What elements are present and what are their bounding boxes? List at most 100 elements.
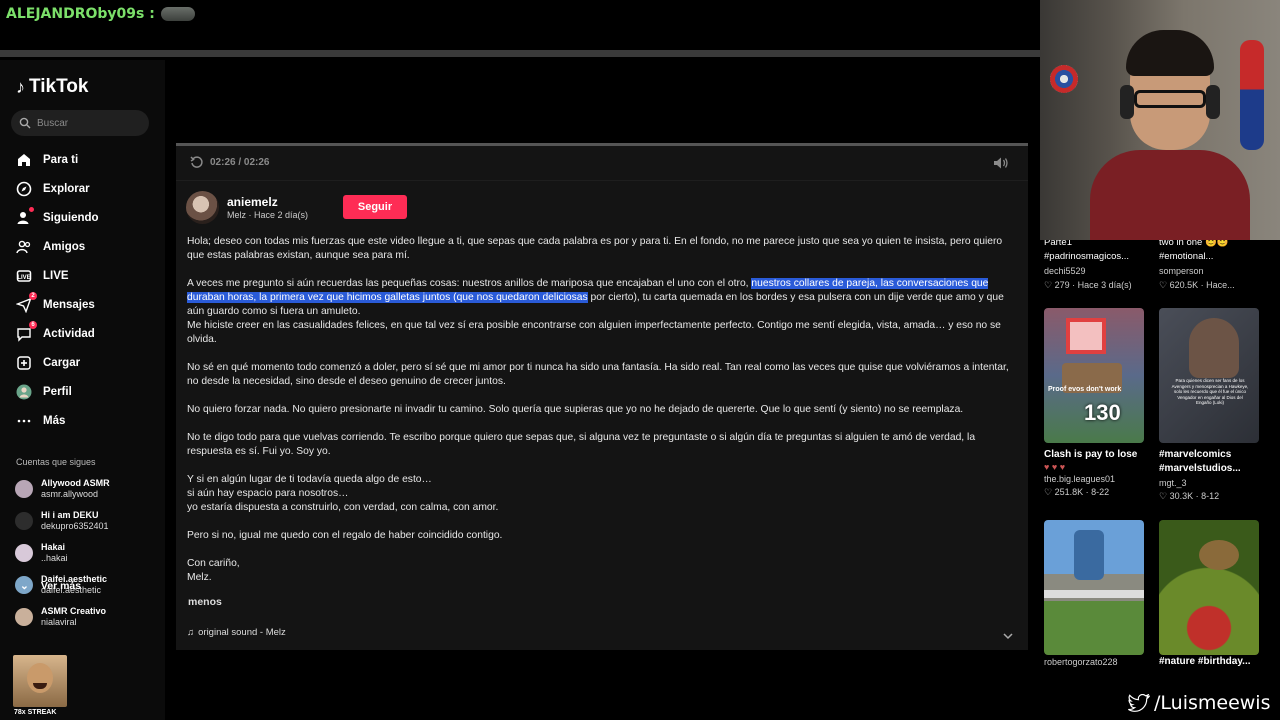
tiktok-logo-icon: ♪ bbox=[16, 76, 25, 97]
activity-badge: 6 bbox=[29, 321, 37, 329]
stats-text: 30.3K · 8-12 bbox=[1169, 491, 1220, 501]
chat-username: ALEJANDROby09s : bbox=[6, 6, 155, 22]
video-title: #marvelstudios... bbox=[1159, 463, 1241, 474]
nav-mensajes[interactable]: 2 Mensajes bbox=[15, 292, 95, 314]
video-stats: ♡ 30.3K · 8-12 bbox=[1159, 491, 1220, 501]
see-more-button[interactable]: ⌄ Ver más bbox=[20, 580, 81, 592]
account-handle: nialaviral bbox=[41, 617, 77, 627]
related-videos: Parte1 #padrinosmagicos... dechi5529 ♡ 2… bbox=[1040, 240, 1280, 670]
video-card[interactable]: Para quienes dicen ser fans de los Aveng… bbox=[1159, 308, 1261, 502]
video-time: 02:26 / 02:26 bbox=[210, 156, 270, 168]
emoji-icons: 😊😊 bbox=[1204, 240, 1229, 248]
nav-actividad[interactable]: 6 Actividad bbox=[15, 321, 95, 343]
divider bbox=[176, 180, 1028, 181]
following-accounts-title: Cuentas que sigues bbox=[16, 457, 96, 467]
video-card[interactable]: robertogorzato228 bbox=[1044, 520, 1146, 667]
following-account[interactable]: Hakai ..hakai bbox=[15, 542, 68, 564]
activity-icon: 6 bbox=[15, 321, 37, 343]
follow-button[interactable]: Seguir bbox=[343, 195, 407, 219]
thumbnail-text: Para quienes dicen ser fans de los Aveng… bbox=[1171, 378, 1249, 405]
paragraph: Con cariño, Melz. bbox=[187, 558, 240, 583]
paragraph: No te digo todo para que vuelvas corrien… bbox=[187, 432, 976, 457]
twitter-handle: /Luismeewis bbox=[1154, 692, 1271, 714]
upload-icon bbox=[15, 354, 33, 372]
sidebar: ♪ TikTok Para ti Explorar Siguiendo Amig… bbox=[0, 60, 165, 720]
video-card[interactable]: Proof evos don't work 130 Clash is pay t… bbox=[1044, 308, 1146, 498]
chat-message: ALEJANDROby09s : bbox=[6, 4, 195, 24]
account-name: Hakai bbox=[41, 542, 66, 552]
video-user: mgt._3 bbox=[1159, 478, 1187, 488]
nav-para-ti[interactable]: Para ti bbox=[15, 151, 78, 169]
replay-icon[interactable] bbox=[190, 155, 204, 169]
nav-perfil[interactable]: Perfil bbox=[15, 383, 72, 401]
author-name[interactable]: aniemelz bbox=[227, 195, 278, 209]
paragraph: Pero si no, igual me quedo con el regalo… bbox=[187, 530, 503, 541]
video-card[interactable]: #nature #birthday... bbox=[1159, 520, 1261, 669]
author-avatar[interactable] bbox=[186, 191, 219, 224]
video-title: Parte1 bbox=[1044, 240, 1072, 248]
nav-label: Amigos bbox=[43, 241, 86, 253]
video-title: #padrinosmagicos... bbox=[1044, 251, 1130, 262]
account-name: Allywood ASMR bbox=[41, 478, 110, 488]
nav-label: LIVE bbox=[43, 270, 69, 282]
sound-link[interactable]: ♫ original sound - Melz bbox=[187, 627, 286, 638]
account-handle: asmr.allywood bbox=[41, 489, 99, 499]
webcam-overlay bbox=[1040, 0, 1280, 240]
video-stats: ♡ 251.8K · 8-22 bbox=[1044, 487, 1110, 497]
svg-text:LIVE: LIVE bbox=[17, 275, 30, 281]
avatar bbox=[15, 480, 33, 498]
chat-emote bbox=[160, 7, 195, 21]
account-name: ASMR Creativo bbox=[41, 606, 107, 616]
messages-badge: 2 bbox=[29, 292, 37, 300]
music-note-icon: ♫ bbox=[187, 627, 195, 638]
video-title: #nature #birthday... bbox=[1159, 656, 1251, 667]
nav-label: Perfil bbox=[43, 386, 72, 398]
video-card[interactable]: two in one 😊😊 #emotional... somperson ♡ … bbox=[1159, 240, 1277, 292]
see-more-label: Ver más bbox=[40, 580, 82, 592]
streak-emote bbox=[13, 655, 67, 707]
sound-label: original sound - Melz bbox=[198, 627, 286, 638]
paragraph: Y si en algún lugar de ti todavía queda … bbox=[187, 474, 499, 513]
twitter-watermark: /Luismeewis bbox=[1128, 692, 1270, 714]
video-thumbnail bbox=[1044, 520, 1144, 655]
avatar bbox=[15, 608, 33, 626]
emoji-icons: ♥ ♥ ♥ bbox=[1044, 462, 1066, 472]
show-less-button[interactable]: menos bbox=[188, 596, 222, 608]
chevron-down-icon[interactable] bbox=[1002, 628, 1014, 646]
video-stats: ♡ 620.5K · Hace... bbox=[1159, 280, 1235, 290]
video-title: #marvelcomics bbox=[1159, 449, 1232, 460]
following-account[interactable]: ASMR Creativo nialaviral bbox=[15, 606, 106, 628]
top-bar bbox=[0, 50, 1040, 57]
nav-mas[interactable]: Más bbox=[15, 412, 65, 430]
profile-avatar-icon bbox=[15, 383, 33, 401]
paragraph: Hola; deseo con todas mis fuerzas que es… bbox=[187, 236, 1003, 261]
tiktok-logo[interactable]: ♪ TikTok bbox=[16, 76, 88, 98]
account-handle: ..hakai bbox=[41, 553, 68, 563]
video-card[interactable]: Parte1 #padrinosmagicos... dechi5529 ♡ 2… bbox=[1044, 240, 1154, 292]
twitter-bird-icon bbox=[1128, 694, 1150, 712]
nav-label: Para ti bbox=[43, 154, 79, 166]
compass-icon bbox=[15, 180, 33, 198]
nav-cargar[interactable]: Cargar bbox=[15, 354, 80, 372]
nav-explorar[interactable]: Explorar bbox=[15, 180, 90, 198]
following-account[interactable]: Hi i am DEKU dekupro6352401 bbox=[15, 510, 109, 532]
following-icon bbox=[15, 207, 34, 227]
video-user: somperson bbox=[1159, 266, 1204, 276]
nav-live[interactable]: LIVE LIVE bbox=[15, 267, 69, 285]
paragraph: A veces me pregunto si aún recuerdas las… bbox=[187, 277, 1020, 319]
nav-label: Explorar bbox=[43, 183, 90, 195]
video-title: two in one 😊😊 bbox=[1159, 240, 1277, 250]
paragraph: No sé en qué momento todo comenzó a dole… bbox=[187, 362, 1009, 387]
paragraph: No quiero forzar nada. No quiero presion… bbox=[187, 404, 964, 415]
nav-label: Cargar bbox=[43, 357, 81, 369]
following-account[interactable]: Allywood ASMR asmr.allywood bbox=[15, 478, 110, 500]
nav-label: Siguiendo bbox=[43, 212, 99, 224]
volume-icon[interactable] bbox=[993, 156, 1009, 175]
search-box[interactable] bbox=[11, 110, 149, 136]
stats-text: 620.5K · Hace... bbox=[1169, 280, 1235, 290]
video-thumbnail: Para quienes dicen ser fans de los Aveng… bbox=[1159, 308, 1259, 443]
search-input[interactable] bbox=[37, 117, 137, 129]
nav-amigos[interactable]: Amigos bbox=[15, 238, 85, 256]
nav-siguiendo[interactable]: Siguiendo bbox=[15, 207, 99, 227]
nav-label: Actividad bbox=[43, 328, 95, 340]
